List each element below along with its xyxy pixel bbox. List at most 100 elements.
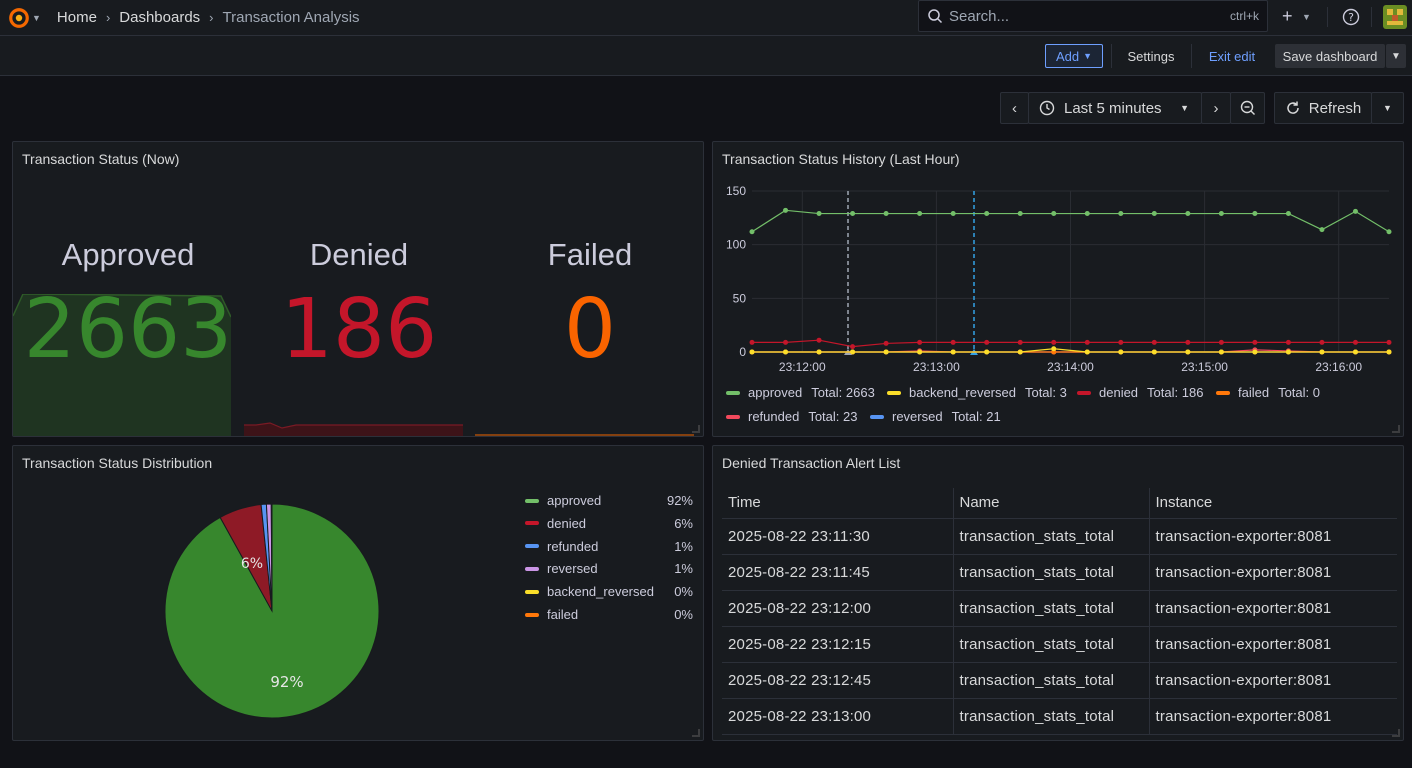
breadcrumb-home[interactable]: Home xyxy=(57,9,97,26)
data-point-denied[interactable] xyxy=(1051,339,1057,345)
legend-item-backend_reversed[interactable]: backend_reversed 0% xyxy=(525,584,693,599)
time-back-button[interactable]: ‹ xyxy=(1000,92,1029,124)
data-point-approved[interactable] xyxy=(783,207,789,213)
resize-handle[interactable] xyxy=(1392,729,1400,737)
data-point-denied[interactable] xyxy=(1084,339,1090,345)
column-header-time[interactable]: Time xyxy=(722,488,953,519)
column-header-instance[interactable]: Instance xyxy=(1148,488,1397,519)
legend-item-approved[interactable]: approved Total: 2663 xyxy=(726,385,875,400)
data-point-approved[interactable] xyxy=(1051,211,1057,217)
table-row[interactable]: 2025-08-22 23:11:45 transaction_stats_tot… xyxy=(722,554,1397,591)
data-point-approved[interactable] xyxy=(1352,208,1358,214)
data-point-denied[interactable] xyxy=(1352,339,1358,345)
panel-transaction-status-now[interactable]: Transaction Status (Now) Approved 2663 D… xyxy=(12,141,704,437)
data-point-approved[interactable] xyxy=(1218,211,1224,217)
panel-denied-alert-list[interactable]: Denied Transaction Alert List Time Name … xyxy=(712,445,1404,741)
data-point-backend_reversed[interactable] xyxy=(816,349,822,355)
data-point-denied[interactable] xyxy=(917,339,923,345)
legend-item-reversed[interactable]: reversed 1% xyxy=(525,561,693,576)
exit-edit-button[interactable]: Exit edit xyxy=(1200,44,1264,68)
resize-handle[interactable] xyxy=(692,729,700,737)
data-point-denied[interactable] xyxy=(816,337,822,343)
data-point-denied[interactable] xyxy=(1151,339,1157,345)
data-point-backend_reversed[interactable] xyxy=(950,349,956,355)
legend-item-failed[interactable]: failed 0% xyxy=(525,607,693,622)
legend-item-refunded[interactable]: refunded 1% xyxy=(525,539,693,554)
refresh-interval-chevron-icon[interactable]: ▼ xyxy=(1371,92,1404,124)
data-point-approved[interactable] xyxy=(950,211,956,217)
data-point-backend_reversed[interactable] xyxy=(1151,349,1157,355)
legend-item-refunded[interactable]: refunded Total: 23 xyxy=(726,409,857,424)
data-point-denied[interactable] xyxy=(1285,339,1291,345)
data-point-backend_reversed[interactable] xyxy=(783,349,789,355)
help-icon[interactable]: ? xyxy=(1342,8,1360,26)
data-point-denied[interactable] xyxy=(950,339,956,345)
data-point-denied[interactable] xyxy=(749,339,755,345)
legend-item-failed[interactable]: failed Total: 0 xyxy=(1216,385,1320,400)
data-point-denied[interactable] xyxy=(1185,339,1191,345)
data-point-backend_reversed[interactable] xyxy=(1386,349,1392,355)
table-row[interactable]: 2025-08-22 23:12:45 transaction_stats_tot… xyxy=(722,662,1397,699)
data-point-approved[interactable] xyxy=(1151,211,1157,217)
data-point-denied[interactable] xyxy=(1017,339,1023,345)
plus-icon[interactable]: + xyxy=(1282,6,1293,27)
data-point-denied[interactable] xyxy=(984,339,990,345)
data-point-backend_reversed[interactable] xyxy=(1252,349,1258,355)
settings-button[interactable]: Settings xyxy=(1120,44,1182,68)
legend-item-approved[interactable]: approved 92% xyxy=(525,493,693,508)
data-point-approved[interactable] xyxy=(1252,211,1258,217)
data-point-backend_reversed[interactable] xyxy=(1051,346,1057,352)
data-point-approved[interactable] xyxy=(1084,211,1090,217)
search-input[interactable]: Search... ctrl+k xyxy=(918,0,1268,32)
table-row[interactable]: 2025-08-22 23:11:30 transaction_stats_tot… xyxy=(722,518,1397,555)
data-point-approved[interactable] xyxy=(984,211,990,217)
legend-item-backend_reversed[interactable]: backend_reversed Total: 3 xyxy=(887,385,1067,400)
table-row[interactable]: 2025-08-22 23:12:15 transaction_stats_tot… xyxy=(722,626,1397,663)
add-button[interactable]: Add ▼ xyxy=(1045,44,1103,68)
data-point-backend_reversed[interactable] xyxy=(1185,349,1191,355)
data-point-backend_reversed[interactable] xyxy=(1084,349,1090,355)
data-point-backend_reversed[interactable] xyxy=(1352,349,1358,355)
table-row[interactable]: 2025-08-22 23:12:00 transaction_stats_tot… xyxy=(722,590,1397,627)
data-point-backend_reversed[interactable] xyxy=(984,349,990,355)
column-header-name[interactable]: Name xyxy=(952,488,1149,519)
data-point-approved[interactable] xyxy=(1185,211,1191,217)
data-point-approved[interactable] xyxy=(850,211,856,217)
data-point-denied[interactable] xyxy=(783,339,789,345)
data-point-approved[interactable] xyxy=(1285,211,1291,217)
panel-transaction-status-history[interactable]: Transaction Status History (Last Hour) 1… xyxy=(712,141,1404,437)
data-point-denied[interactable] xyxy=(850,344,856,350)
data-point-approved[interactable] xyxy=(816,211,822,217)
refresh-button[interactable]: Refresh xyxy=(1274,92,1372,124)
data-point-backend_reversed[interactable] xyxy=(1285,349,1291,355)
data-point-backend_reversed[interactable] xyxy=(883,349,889,355)
table-row[interactable]: 2025-08-22 23:13:00 transaction_stats_tot… xyxy=(722,698,1397,735)
chevron-down-icon[interactable]: ▼ xyxy=(32,13,41,23)
data-point-approved[interactable] xyxy=(1319,227,1325,233)
zoom-out-button[interactable] xyxy=(1230,92,1265,124)
resize-handle[interactable] xyxy=(692,425,700,433)
save-options-chevron-icon[interactable]: ▼ xyxy=(1386,44,1406,68)
resize-handle[interactable] xyxy=(1392,425,1400,433)
legend-item-denied[interactable]: denied 6% xyxy=(525,516,693,531)
data-point-denied[interactable] xyxy=(1252,339,1258,345)
data-point-backend_reversed[interactable] xyxy=(1218,349,1224,355)
avatar[interactable] xyxy=(1383,5,1407,29)
data-point-approved[interactable] xyxy=(883,211,889,217)
data-point-approved[interactable] xyxy=(1017,211,1023,217)
data-point-approved[interactable] xyxy=(1118,211,1124,217)
data-point-approved[interactable] xyxy=(917,211,923,217)
legend-item-reversed[interactable]: reversed Total: 21 xyxy=(870,409,1001,424)
breadcrumb-dashboards[interactable]: Dashboards xyxy=(119,9,200,26)
time-forward-button[interactable]: › xyxy=(1201,92,1231,124)
time-range-picker[interactable]: Last 5 minutes ▼ xyxy=(1028,92,1202,124)
data-point-denied[interactable] xyxy=(1319,339,1325,345)
data-point-backend_reversed[interactable] xyxy=(917,349,923,355)
data-point-denied[interactable] xyxy=(1218,339,1224,345)
chevron-down-icon[interactable]: ▼ xyxy=(1302,12,1311,22)
data-point-denied[interactable] xyxy=(1386,339,1392,345)
data-point-backend_reversed[interactable] xyxy=(1017,349,1023,355)
data-point-backend_reversed[interactable] xyxy=(1319,349,1325,355)
data-point-denied[interactable] xyxy=(883,340,889,346)
panel-transaction-status-distribution[interactable]: Transaction Status Distribution 92% 6% ap… xyxy=(12,445,704,741)
